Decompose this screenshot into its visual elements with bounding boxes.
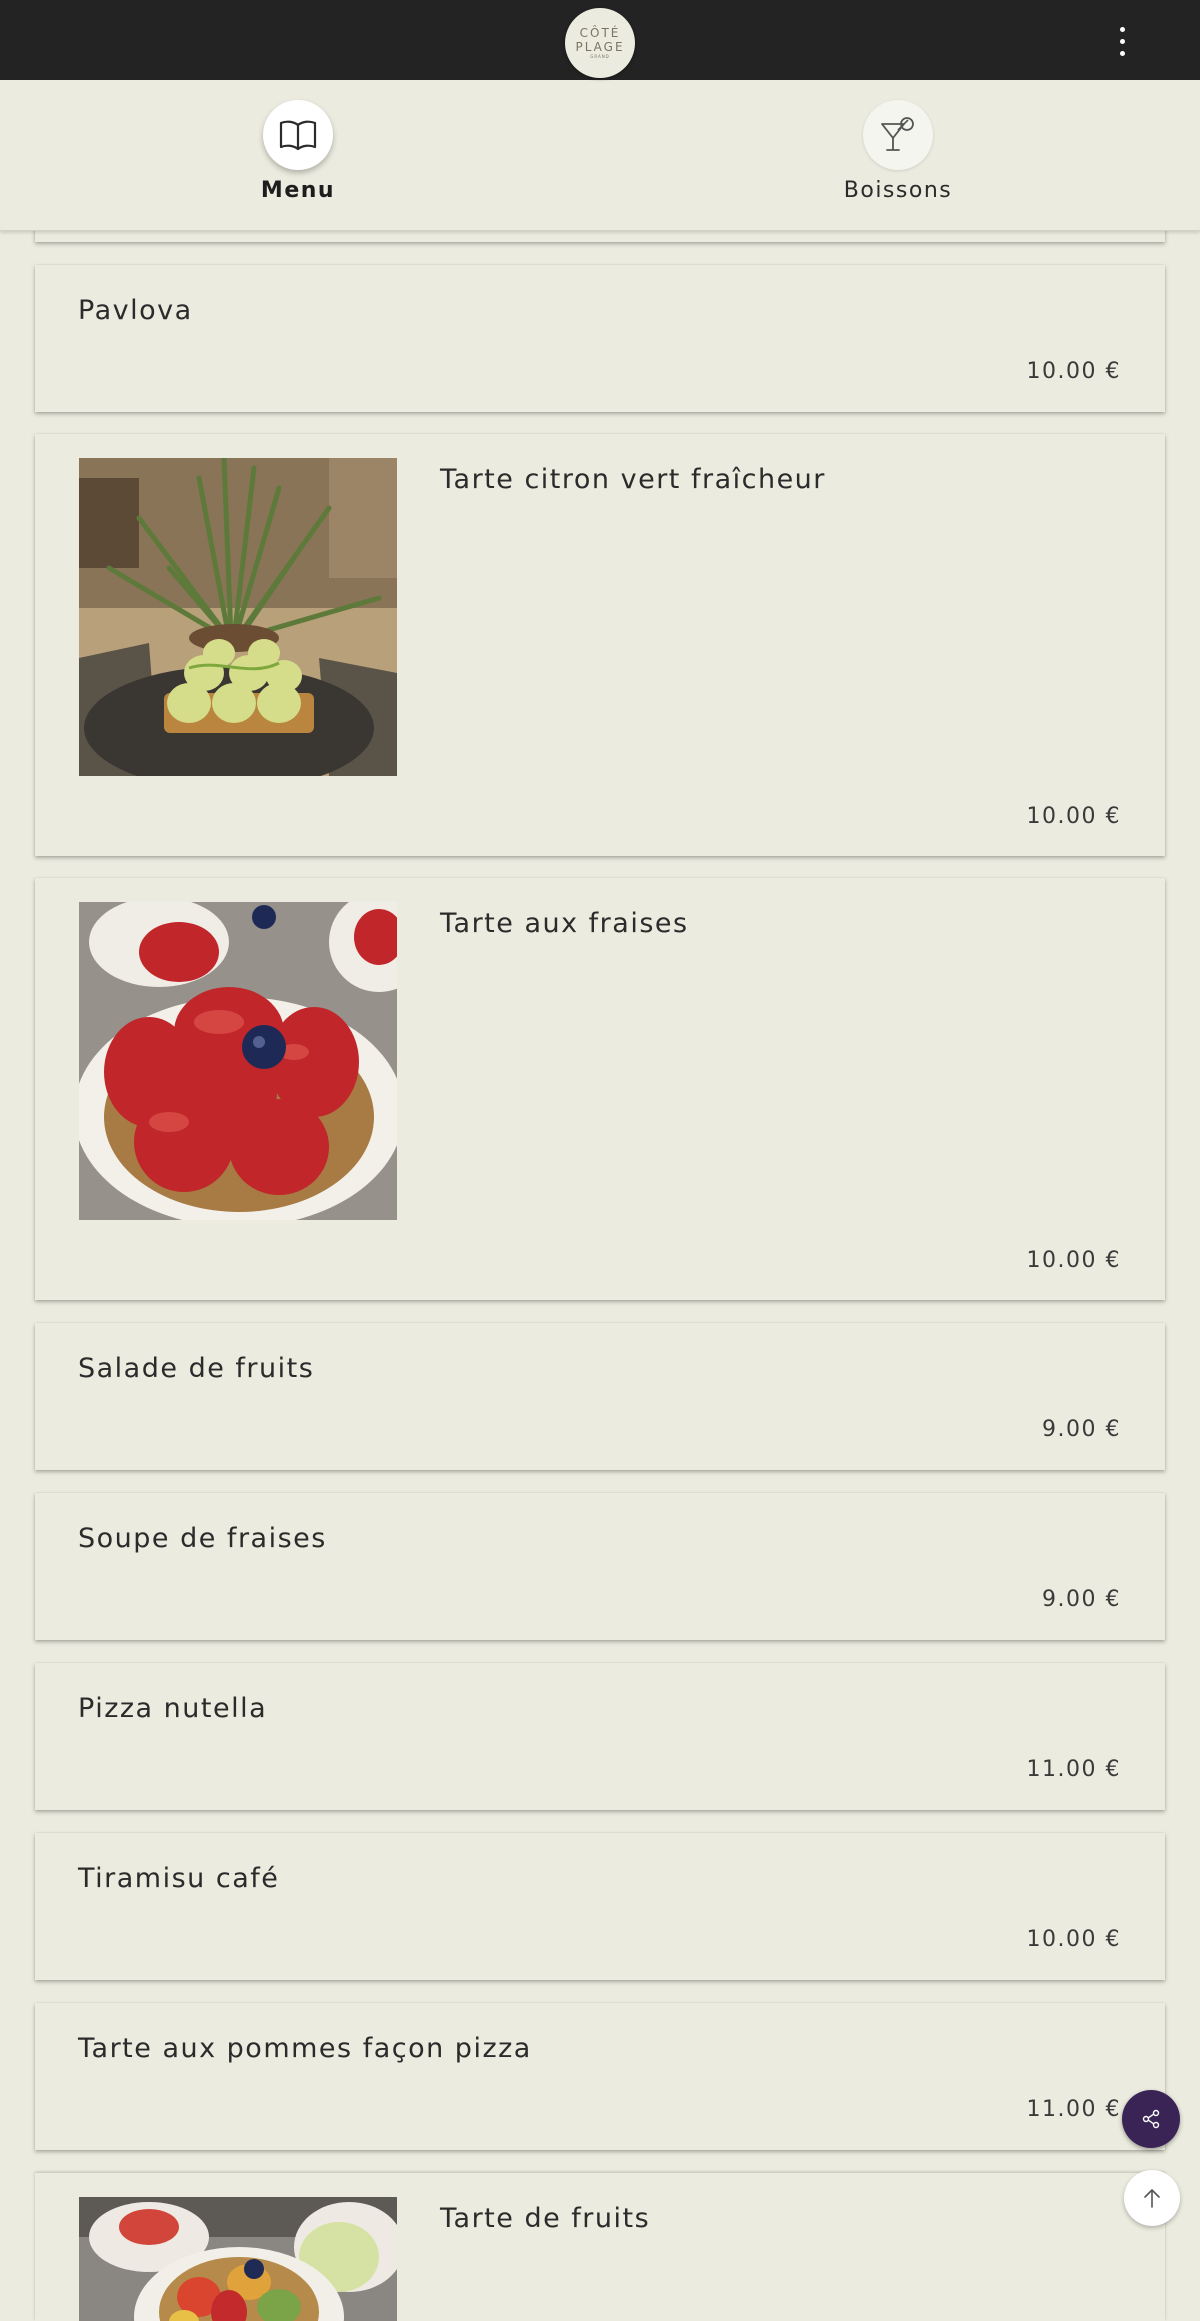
arrow-up-icon	[1144, 2189, 1160, 2208]
item-price: 11.00 €	[1026, 2097, 1121, 2122]
logo-line-3: GRAND	[590, 54, 610, 59]
logo-line-1: CÔTÉ	[579, 26, 621, 40]
menu-item-card[interactable]: Soupe de fraises 9.00 €	[35, 1493, 1165, 1640]
tab-menu[interactable]: Menu	[148, 80, 448, 230]
book-open-icon	[263, 100, 333, 170]
item-price: 10.00 €	[1026, 359, 1121, 384]
tab-menu-label: Menu	[260, 178, 336, 203]
item-name: Tarte de fruits	[440, 2203, 651, 2234]
menu-item-card[interactable]: Tarte citron vert fraîcheur 10.00 €	[35, 434, 1165, 856]
item-price: 11.00 €	[1026, 1757, 1121, 1782]
scroll-to-top-button[interactable]	[1124, 2170, 1180, 2226]
menu-item-card[interactable]: Pizza nutella 11.00 €	[35, 1663, 1165, 1810]
strawberry-tart-photo	[79, 902, 397, 1220]
category-tabs: Menu Boissons	[0, 80, 1200, 231]
item-name: Pizza nutella	[78, 1693, 268, 1724]
item-name: Tarte aux pommes façon pizza	[78, 2033, 532, 2064]
cocktail-glass-icon	[863, 100, 933, 170]
item-price: 10.00 €	[1026, 1927, 1121, 1952]
menu-item-card[interactable]: Pavlova 10.00 €	[35, 265, 1165, 412]
item-price: 10.00 €	[1026, 804, 1121, 829]
more-vertical-icon[interactable]	[1105, 20, 1139, 62]
item-name: Soupe de fraises	[78, 1523, 327, 1554]
item-name: Tiramisu café	[78, 1863, 280, 1894]
fruit-tarts-photo	[79, 2197, 397, 2321]
menu-item-card[interactable]: Tiramisu café 10.00 €	[35, 1833, 1165, 1980]
menu-item-card[interactable]: Tarte aux fraises 10.00 €	[35, 878, 1165, 1300]
item-name: Salade de fruits	[78, 1353, 315, 1384]
tab-boissons[interactable]: Boissons	[748, 80, 1048, 230]
lime-tart-photo	[79, 458, 397, 776]
menu-item-card[interactable]: Tarte aux pommes façon pizza 11.00 €	[35, 2003, 1165, 2150]
menu-item-card[interactable]: Tarte de fruits	[35, 2173, 1165, 2321]
item-name: Pavlova	[78, 295, 193, 326]
item-price: 9.00 €	[1042, 1587, 1121, 1612]
item-price: 9.00 €	[1042, 1417, 1121, 1442]
menu-item-card[interactable]: Salade de fruits 9.00 €	[35, 1323, 1165, 1470]
menu-item-list: Pavlova 10.00 € Tarte citron vert fraîch…	[0, 0, 1200, 2321]
share-icon	[1142, 2109, 1160, 2129]
share-button[interactable]	[1122, 2090, 1180, 2148]
item-name: Tarte citron vert fraîcheur	[440, 464, 826, 495]
tab-boissons-label: Boissons	[843, 178, 953, 203]
item-price: 10.00 €	[1026, 1248, 1121, 1273]
top-app-bar: CÔTÉ PLAGE GRAND	[0, 0, 1200, 80]
logo-line-2: PLAGE	[575, 40, 625, 54]
restaurant-logo[interactable]: CÔTÉ PLAGE GRAND	[565, 8, 635, 78]
item-name: Tarte aux fraises	[440, 908, 689, 939]
